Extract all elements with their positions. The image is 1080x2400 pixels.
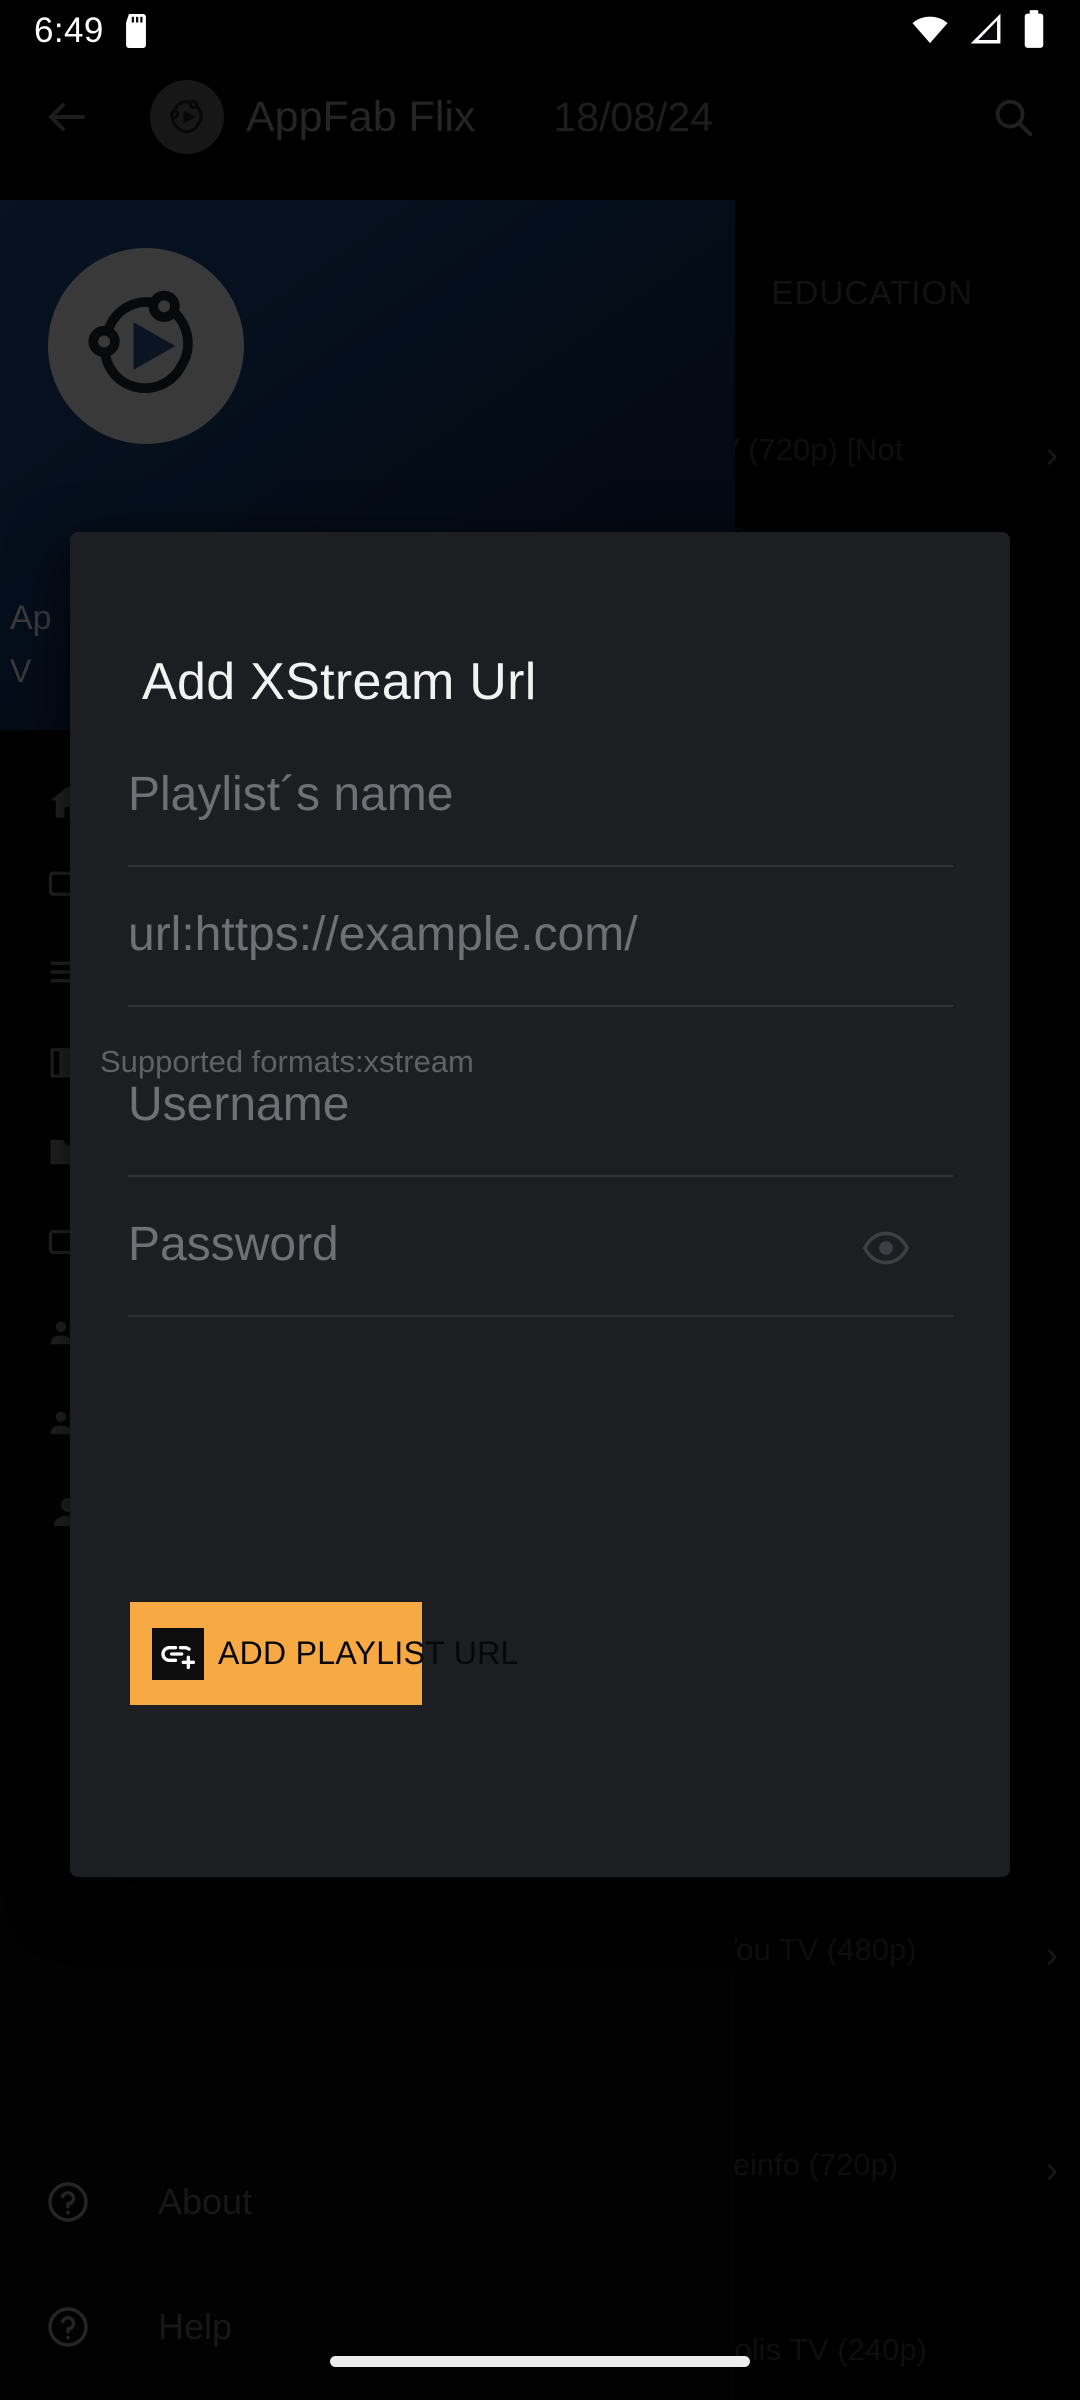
cellular-signal-icon <box>967 12 1005 51</box>
password-placeholder: Password <box>128 1218 339 1271</box>
username-field[interactable]: Username <box>128 1077 953 1177</box>
url-field[interactable]: url:https://example.com/ <box>128 907 953 1007</box>
field-underline <box>128 1175 953 1177</box>
add-playlist-url-button[interactable]: ADD PLAYLIST URL <box>130 1602 518 1705</box>
status-clock: 6:49 <box>34 11 104 50</box>
eye-visibility-icon[interactable] <box>861 1223 911 1278</box>
username-placeholder: Username <box>128 1078 350 1131</box>
playlist-name-placeholder: Playlist´s name <box>128 768 454 821</box>
playlist-name-field[interactable]: Playlist´s name <box>128 767 953 867</box>
field-underline <box>128 865 953 867</box>
password-field[interactable]: Password <box>128 1217 953 1317</box>
battery-icon <box>1022 9 1046 53</box>
url-helper-text: Supported formats:xstream <box>100 1044 474 1079</box>
wifi-icon <box>910 12 950 51</box>
add-playlist-url-label: ADD PLAYLIST URL <box>218 1635 519 1671</box>
home-gesture-bar[interactable] <box>330 2356 750 2367</box>
add-xstream-url-dialog: Add XStream Url Playlist´s name url:http… <box>70 532 1010 1877</box>
page-title: Add XStream Url <box>142 653 537 711</box>
field-underline <box>128 1315 953 1317</box>
url-placeholder: url:https://example.com/ <box>128 908 638 961</box>
sd-card-icon <box>122 14 150 48</box>
status-bar: 6:49 <box>0 0 1080 62</box>
field-underline <box>128 1005 953 1007</box>
add-link-icon <box>152 1627 204 1680</box>
phone-screen: AppFab Flix 18/08/24 GENERAL EDUCATION T… <box>0 0 1080 2400</box>
